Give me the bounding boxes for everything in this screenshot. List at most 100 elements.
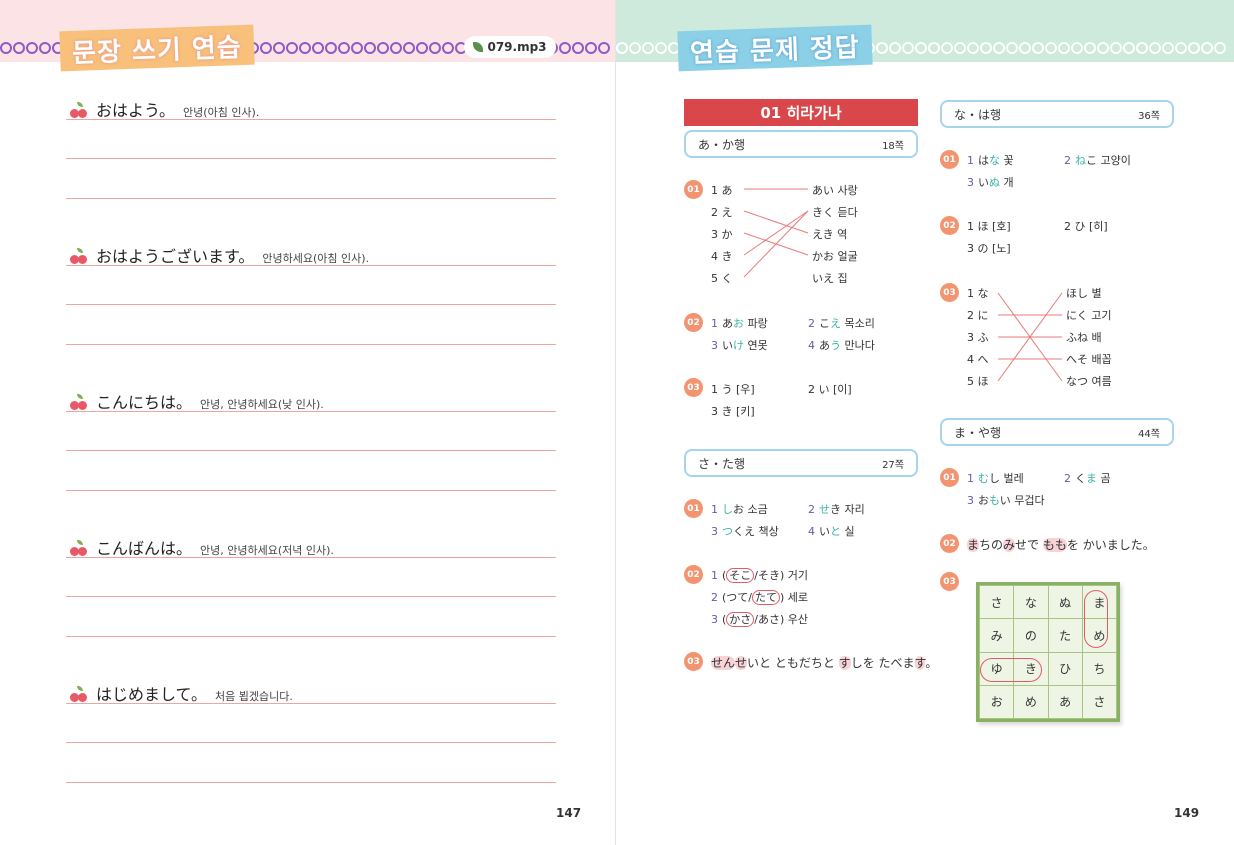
- matching-left-item: 5 ほ: [967, 375, 989, 388]
- bead-ornament: [403, 42, 415, 54]
- matching-right-item: えき 역: [812, 228, 848, 241]
- japanese-sentence: おはようございます。: [96, 247, 255, 266]
- answer-item: 4 いと 실: [808, 525, 855, 538]
- bead-ornament: [655, 42, 667, 54]
- matching-right-item: いえ 집: [812, 272, 848, 285]
- bead-ornament: [1006, 42, 1018, 54]
- matching-left-item: 2 え: [711, 206, 733, 219]
- bead-ornament: [902, 42, 914, 54]
- circled-word-horizontal: [980, 658, 1042, 682]
- matching-left-item: 1 な: [967, 287, 989, 300]
- answer-item: 2 い [이]: [808, 383, 852, 396]
- writing-line[interactable]: [66, 450, 556, 451]
- bead-ornament: [312, 42, 324, 54]
- matching-right-item: へそ 배꼽: [1066, 353, 1112, 366]
- sentence-answer: まちのみせで ももを かいました。: [967, 538, 1155, 552]
- bead-ornament: [377, 42, 389, 54]
- grid-cell: た: [1047, 618, 1083, 653]
- bead-ornament: [286, 42, 298, 54]
- question-number-badge: 02: [940, 534, 959, 553]
- matching-lines-na-ha: [997, 292, 1063, 382]
- bead-ornament: [273, 42, 285, 54]
- bead-ornament: [616, 42, 628, 54]
- writing-line[interactable]: [66, 411, 556, 412]
- left-page: 문장 쓰기 연습 079.mp3 おはよう。 안녕(아침 인사). おはようございま…: [0, 0, 616, 845]
- right-page-number: 149: [1174, 806, 1200, 820]
- bead-ornament: [1058, 42, 1070, 54]
- answer-item: 2 くま 곰: [1064, 472, 1111, 485]
- matching-left-item: 1 あ: [711, 184, 733, 197]
- section-header-a-ka: あ・か행 18쪽: [684, 130, 918, 158]
- writing-line[interactable]: [66, 596, 556, 597]
- answer-item: 1 う [우]: [711, 383, 755, 396]
- writing-line[interactable]: [66, 782, 556, 783]
- section-header-ma-ya: ま・や행 44쪽: [940, 418, 1174, 446]
- writing-line[interactable]: [66, 636, 556, 637]
- grid-row: おめあさ: [978, 684, 1118, 720]
- bead-ornament: [1175, 42, 1187, 54]
- bead-ornament: [598, 42, 610, 54]
- bead-ornament: [980, 42, 992, 54]
- practice-sentence: はじめまして。 처음 뵙겠습니다.: [70, 681, 293, 705]
- audio-track-badge[interactable]: 079.mp3: [464, 36, 556, 58]
- answer-item: 2 ねこ 고양이: [1064, 154, 1131, 167]
- matching-left-item: 3 ふ: [967, 331, 989, 344]
- right-page: 연습 문제 정답 01 히라가나 あ・か행 18쪽 01 1 あ あい 사랑 2 え…: [616, 0, 1234, 845]
- bead-ornament: [559, 42, 571, 54]
- writing-line[interactable]: [66, 557, 556, 558]
- grid-cell: み: [978, 618, 1015, 653]
- writing-line[interactable]: [66, 344, 556, 345]
- writing-line[interactable]: [66, 198, 556, 199]
- cherry-icon: [70, 102, 88, 118]
- japanese-sentence: こんにちは。: [96, 393, 193, 412]
- bead-ornament: [876, 42, 888, 54]
- matching-right-item: ほし 별: [1066, 287, 1102, 300]
- bead-ornament: [364, 42, 376, 54]
- matching-lines-a-ka: [743, 188, 809, 278]
- bead-ornament: [338, 42, 350, 54]
- unit-title-bar: 01 히라가나: [684, 99, 918, 126]
- bead-ornament: [442, 42, 454, 54]
- answer-item: 1 はな 꽃: [967, 154, 1014, 167]
- matching-right-item: かお 얼굴: [812, 250, 858, 263]
- answer-item: 2 せき 자리: [808, 503, 865, 516]
- writing-line[interactable]: [66, 119, 556, 120]
- grid-cell: お: [978, 684, 1015, 720]
- question-number-badge: 02: [940, 216, 959, 235]
- bead-ornament: [1123, 42, 1135, 54]
- matching-right-item: ふね 배: [1066, 331, 1102, 344]
- practice-sentence: こんばんは。 안녕, 안녕하세요(저녁 인사).: [70, 535, 334, 559]
- section-page: 44쪽: [1138, 428, 1160, 440]
- bead-ornament: [0, 42, 12, 54]
- grid-cell: ひ: [1047, 651, 1083, 686]
- bead-ornament: [390, 42, 402, 54]
- left-page-title: 문장 쓰기 연습: [59, 24, 255, 72]
- bead-ornament: [1045, 42, 1057, 54]
- section-label: な・は행: [954, 107, 1002, 122]
- answer-item: 3 いぬ 개: [967, 176, 1014, 189]
- practice-sentence: おはようございます。 안녕하세요(아침 인사).: [70, 243, 369, 267]
- section-label: あ・か행: [698, 137, 746, 152]
- korean-translation: 안녕, 안녕하세요(저녁 인사).: [200, 544, 334, 557]
- writing-line[interactable]: [66, 703, 556, 704]
- bead-ornament: [1214, 42, 1226, 54]
- answer-item: 4 あう 만나다: [808, 339, 875, 352]
- question-number-badge: 03: [940, 572, 959, 591]
- grid-cell: な: [1013, 584, 1049, 620]
- bead-ornament: [642, 42, 654, 54]
- writing-line[interactable]: [66, 304, 556, 305]
- korean-translation: 처음 뵙겠습니다.: [215, 690, 293, 703]
- answer-item: 1 しお 소금: [711, 503, 768, 516]
- japanese-sentence: おはよう。: [96, 101, 176, 120]
- section-label: ま・や행: [954, 425, 1002, 440]
- writing-line[interactable]: [66, 742, 556, 743]
- bead-ornament: [429, 42, 441, 54]
- bead-ornament: [993, 42, 1005, 54]
- bead-ornament: [954, 42, 966, 54]
- answer-item: 3(かさ/あさ) 우산: [711, 612, 809, 627]
- bead-ornament: [1110, 42, 1122, 54]
- writing-line[interactable]: [66, 158, 556, 159]
- writing-line[interactable]: [66, 265, 556, 266]
- cherry-icon: [70, 394, 88, 410]
- writing-line[interactable]: [66, 490, 556, 491]
